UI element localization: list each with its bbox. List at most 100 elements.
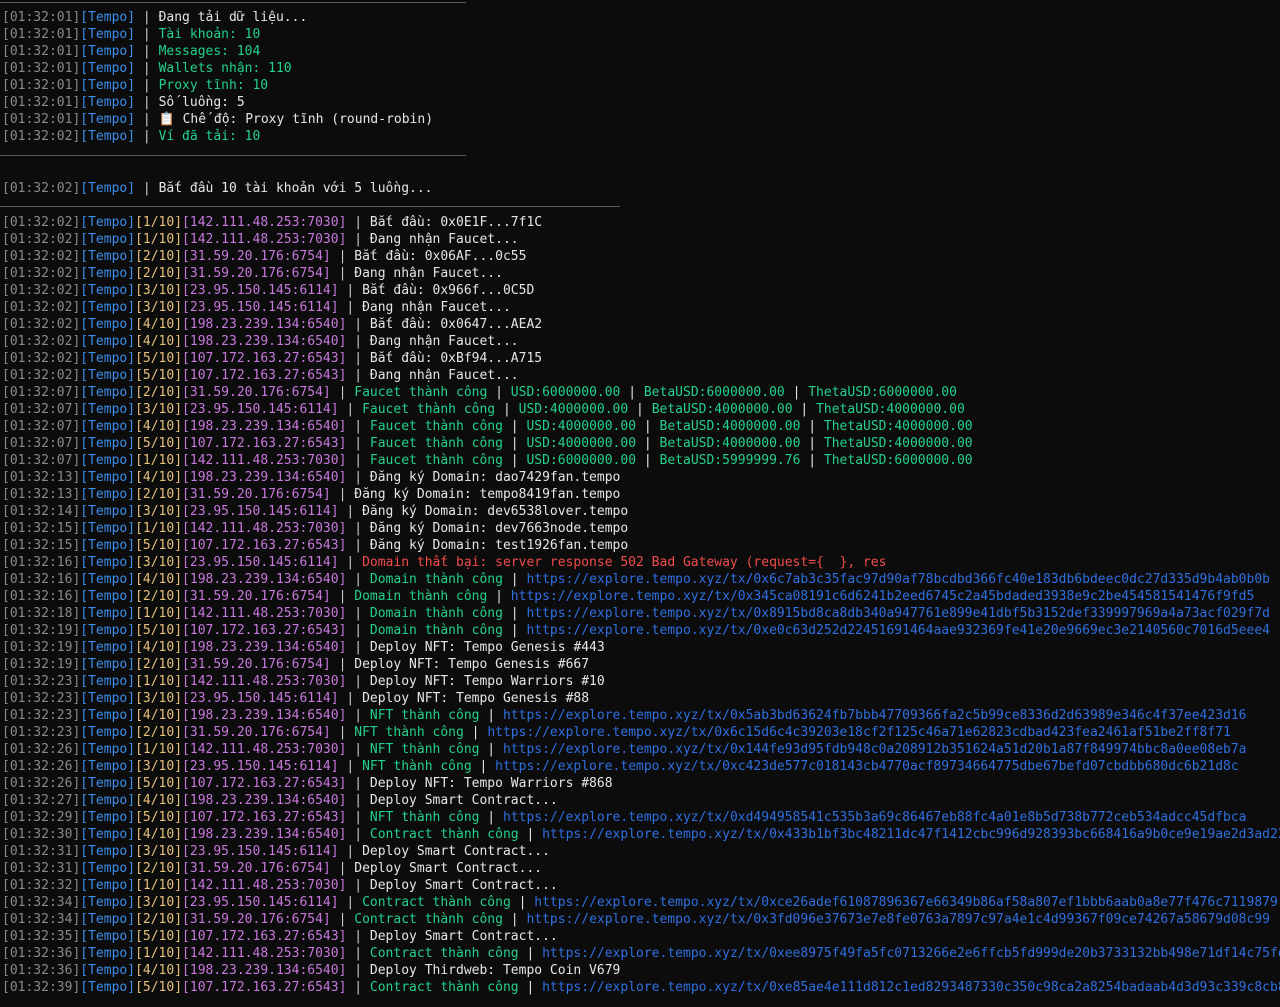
log-message: Faucet thành công xyxy=(369,453,503,468)
log-tag: [Tempo] xyxy=(80,61,136,76)
proxy-address: [198.23.239.134:6540] xyxy=(182,827,347,842)
log-message: | xyxy=(784,385,809,400)
log-line: [01:32:16][Tempo][2/10][31.59.20.176:675… xyxy=(2,588,1254,605)
log-message: BetaUSD:4000000.00 xyxy=(659,419,801,434)
log-line: [01:32:36][Tempo][4/10][198.23.239.134:6… xyxy=(2,962,620,979)
tx-link[interactable]: https://explore.tempo.xyz/tx/0xc423de577… xyxy=(495,759,1239,774)
log-message: USD:4000000.00 xyxy=(526,419,637,434)
separator-pipe: | xyxy=(346,317,370,332)
proxy-address: [107.172.163.27:6543] xyxy=(182,538,347,553)
tx-link[interactable]: https://explore.tempo.xyz/tx/0x5ab3bd636… xyxy=(503,708,1247,723)
log-message: NFT thành công xyxy=(369,810,480,825)
log-line: [01:32:31][Tempo][3/10][23.95.150.145:61… xyxy=(2,843,550,860)
tx-link[interactable]: https://explore.tempo.xyz/tx/0xee8975f49… xyxy=(542,946,1280,961)
log-tag: [Tempo] xyxy=(80,810,136,825)
proxy-address: [31.59.20.176:6754] xyxy=(182,861,331,876)
tx-link[interactable]: https://explore.tempo.xyz/tx/0x345ca0819… xyxy=(511,589,1255,604)
log-line: [01:32:01][Tempo] | Messages: 104 xyxy=(2,43,260,60)
log-line: [01:32:35][Tempo][5/10][107.172.163.27:6… xyxy=(2,928,558,945)
log-message: Deploy Smart Contract... xyxy=(369,929,558,944)
log-message: Deploy NFT: Tempo Warriors #10 xyxy=(369,674,605,689)
separator-pipe: | xyxy=(135,95,159,110)
tx-link[interactable]: https://explore.tempo.xyz/tx/0xd49495854… xyxy=(503,810,1247,825)
proxy-address: [198.23.239.134:6540] xyxy=(182,419,347,434)
log-message: NFT thành công xyxy=(354,725,464,740)
log-line: [01:32:18][Tempo][1/10][142.111.48.253:7… xyxy=(2,605,1270,622)
separator-pipe: | xyxy=(346,470,370,485)
log-tag: [Tempo] xyxy=(80,759,136,774)
separator-pipe: | xyxy=(330,589,355,604)
proxy-address: [23.95.150.145:6114] xyxy=(182,691,339,706)
log-message: Contract thành công xyxy=(354,912,503,927)
account-index: [4/10] xyxy=(135,708,183,723)
log-line: [01:32:13][Tempo][2/10][31.59.20.176:675… xyxy=(2,486,620,503)
account-index: [2/10] xyxy=(135,912,183,927)
account-index: [3/10] xyxy=(135,895,183,910)
log-message: Faucet thành công xyxy=(369,436,503,451)
log-tag: [Tempo] xyxy=(80,436,136,451)
log-message: Bắt đầu: 0x0E1F...7f1C xyxy=(369,215,543,230)
separator-pipe: | xyxy=(346,215,370,230)
log-message: | xyxy=(502,572,527,587)
tx-link[interactable]: https://explore.tempo.xyz/tx/0x6c15d6c4c… xyxy=(487,725,1231,740)
proxy-address: [198.23.239.134:6540] xyxy=(182,334,347,349)
log-tag: [Tempo] xyxy=(80,861,136,876)
log-line: [01:32:02][Tempo] | Bắt đầu 10 tài khoản… xyxy=(2,180,433,197)
account-index: [4/10] xyxy=(135,317,183,332)
log-message: Đang nhận Faucet... xyxy=(362,300,511,315)
log-timestamp: [01:32:01] xyxy=(2,61,81,76)
log-message: Đăng ký Domain: test1926fan.tempo xyxy=(369,538,629,553)
log-message: Đăng ký Domain: dao7429fan.tempo xyxy=(369,470,621,485)
log-message: Domain thành công xyxy=(369,572,503,587)
log-message: USD:4000000.00 xyxy=(518,402,629,417)
log-timestamp: [01:32:07] xyxy=(2,402,81,417)
log-line: [01:32:19][Tempo][5/10][107.172.163.27:6… xyxy=(2,622,1270,639)
log-message: ThetaUSD:4000000.00 xyxy=(823,436,973,451)
log-timestamp: [01:32:27] xyxy=(2,793,81,808)
tx-link[interactable]: https://explore.tempo.xyz/tx/0x144fe93d9… xyxy=(503,742,1247,757)
tx-link[interactable]: https://explore.tempo.xyz/tx/0x433b1bf3b… xyxy=(542,827,1280,842)
tx-link[interactable]: https://explore.tempo.xyz/tx/0xce26adef6… xyxy=(534,895,1278,910)
log-tag: [Tempo] xyxy=(80,27,136,42)
separator-line xyxy=(0,2,466,3)
log-tag: [Tempo] xyxy=(80,640,136,655)
proxy-address: [23.95.150.145:6114] xyxy=(182,895,339,910)
log-line: [01:32:02][Tempo][2/10][31.59.20.176:675… xyxy=(2,265,503,282)
proxy-address: [107.172.163.27:6543] xyxy=(182,436,347,451)
log-timestamp: [01:32:01] xyxy=(2,44,81,59)
log-tag: [Tempo] xyxy=(80,334,136,349)
tx-link[interactable]: https://explore.tempo.xyz/tx/0x3fd096e37… xyxy=(526,912,1270,927)
log-message: Contract thành công xyxy=(369,980,519,995)
log-line: [01:32:01][Tempo] | Số luồng: 5 xyxy=(2,94,245,111)
proxy-address: [142.111.48.253:7030] xyxy=(182,742,347,757)
tx-link[interactable]: https://explore.tempo.xyz/tx/0xe85ae4e11… xyxy=(542,980,1280,995)
separator-pipe: | xyxy=(135,44,159,59)
account-index: [5/10] xyxy=(135,351,183,366)
log-timestamp: [01:32:19] xyxy=(2,657,81,672)
account-index: [2/10] xyxy=(135,589,183,604)
separator-pipe: | xyxy=(346,674,370,689)
log-tag: [Tempo] xyxy=(80,283,136,298)
log-tag: [Tempo] xyxy=(80,95,136,110)
log-tag: [Tempo] xyxy=(80,317,136,332)
tx-link[interactable]: https://explore.tempo.xyz/tx/0x8915bd8ca… xyxy=(526,606,1270,621)
account-index: [5/10] xyxy=(135,436,183,451)
separator-pipe: | xyxy=(330,385,355,400)
separator-pipe: | xyxy=(346,776,370,791)
log-tag: [Tempo] xyxy=(80,912,136,927)
separator-pipe: | xyxy=(330,861,355,876)
tx-link[interactable]: https://explore.tempo.xyz/tx/0x6c7ab3c35… xyxy=(526,572,1270,587)
log-message: | xyxy=(800,436,824,451)
log-timestamp: [01:32:16] xyxy=(2,555,81,570)
log-tag: [Tempo] xyxy=(80,708,136,723)
log-message: Deploy Smart Contract... xyxy=(369,793,558,808)
account-index: [3/10] xyxy=(135,300,183,315)
proxy-address: [31.59.20.176:6754] xyxy=(182,385,331,400)
tx-link[interactable]: https://explore.tempo.xyz/tx/0xe0c63d252… xyxy=(526,623,1270,638)
separator-pipe: | xyxy=(346,963,370,978)
account-index: [5/10] xyxy=(135,538,183,553)
separator-pipe: | xyxy=(338,759,363,774)
proxy-address: [198.23.239.134:6540] xyxy=(182,317,347,332)
proxy-address: [23.95.150.145:6114] xyxy=(182,283,339,298)
log-message: | xyxy=(502,453,527,468)
